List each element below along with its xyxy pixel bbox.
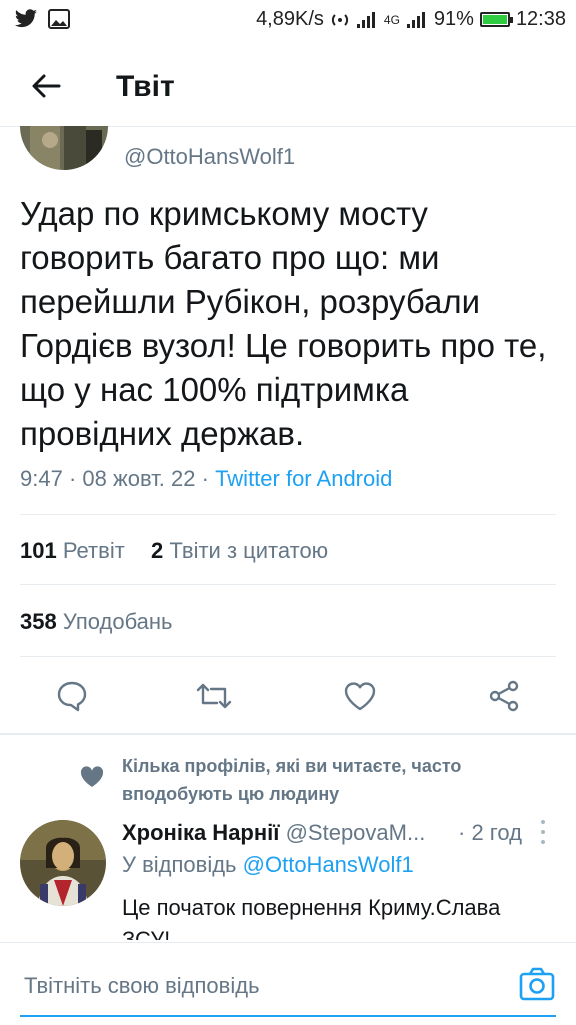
more-options-button[interactable] [538, 820, 548, 844]
reply-input[interactable]: Твітніть свою відповідь [24, 973, 260, 999]
network-type: 4G [383, 12, 400, 27]
signal-icon [356, 11, 375, 28]
battery-percent: 91% [433, 8, 474, 30]
likes-count: 358 [20, 609, 57, 634]
page-title: Твіт [116, 70, 175, 103]
divider [20, 584, 556, 585]
dot [541, 840, 545, 844]
tweet-meta: 9:47 · 08 жовт. 22 · Twitter for Android [20, 466, 392, 492]
tweet-actions [0, 670, 576, 722]
camera-icon [519, 967, 555, 1001]
retweets-label: Ретвіт [62, 538, 125, 563]
camera-button[interactable] [518, 965, 556, 1003]
like-button[interactable] [340, 676, 380, 716]
section-divider [0, 733, 576, 735]
replying-to: У відповідь @OttoHansWolf1 [122, 852, 414, 878]
network-speed: 4,89K/s [256, 8, 324, 30]
hotspot-icon [331, 13, 348, 26]
quotes-count: 2 [151, 538, 164, 563]
replying-label: У відповідь [122, 852, 237, 877]
app-header: Твіт [0, 44, 576, 126]
back-button[interactable] [26, 66, 66, 106]
likes-stats[interactable]: 358 Уподобань [20, 609, 173, 635]
system-indicators: 4,89K/s 4G 91% 12:38 [256, 8, 566, 31]
retweets-count: 101 [20, 538, 57, 563]
author-handle[interactable]: @OttoHansWolf1 [124, 144, 295, 170]
social-context: Кілька профілів, які ви читаєте, часто в… [122, 756, 462, 804]
author-avatar[interactable] [20, 126, 108, 170]
share-button[interactable] [484, 676, 524, 716]
heart-icon [344, 682, 376, 711]
composer-underline [20, 1015, 556, 1017]
arrow-left-icon [32, 74, 61, 98]
likes-label: Уподобань [62, 609, 173, 634]
status-bar: 4,89K/s 4G 91% 12:38 [0, 0, 576, 40]
retweet-icon [196, 683, 232, 709]
reply-display-name: Хроніка Нарнії [122, 820, 280, 845]
tweet-date: 08 жовт. 22 [82, 466, 196, 491]
tweet-source-link[interactable]: Twitter for Android [215, 466, 392, 491]
replying-mention[interactable]: @OttoHansWolf1 [243, 852, 414, 877]
social-context-heart-icon [80, 766, 104, 793]
reply-text: Це початок повернення Криму.Слава ЗСУ! [122, 895, 501, 940]
quotes-label: Твіти з цитатою [169, 538, 329, 563]
battery-level [482, 15, 507, 24]
tweet-text: Удар по кримському мосту говорить багато… [20, 195, 547, 452]
divider [20, 514, 556, 515]
meta-separator: · [68, 466, 83, 491]
dot [541, 830, 545, 834]
divider [20, 656, 556, 657]
notification-icons [14, 9, 70, 29]
clock: 12:38 [515, 8, 566, 30]
meta-separator: · [201, 466, 216, 491]
tweet-time: 9:47 [20, 466, 63, 491]
battery-icon [479, 12, 513, 27]
reply-button[interactable] [52, 676, 92, 716]
reply-time: · 2 год [458, 820, 522, 845]
retweet-button[interactable] [194, 676, 234, 716]
retweet-stats[interactable]: 101 Ретвіт 2 Твіти з цитатою [20, 538, 328, 564]
reply-avatar[interactable] [20, 820, 106, 906]
twitter-bird-icon [15, 9, 37, 28]
reply-author[interactable]: Хроніка Нарнії @StepovaM... [122, 820, 425, 846]
share-icon [489, 680, 519, 712]
comment-icon [57, 681, 87, 712]
dot [541, 820, 545, 824]
image-icon [48, 9, 70, 29]
reply-composer: Твітніть свою відповідь [0, 942, 576, 1025]
signal-icon-2 [406, 11, 425, 28]
reply-handle: @StepovaM... [285, 820, 426, 845]
